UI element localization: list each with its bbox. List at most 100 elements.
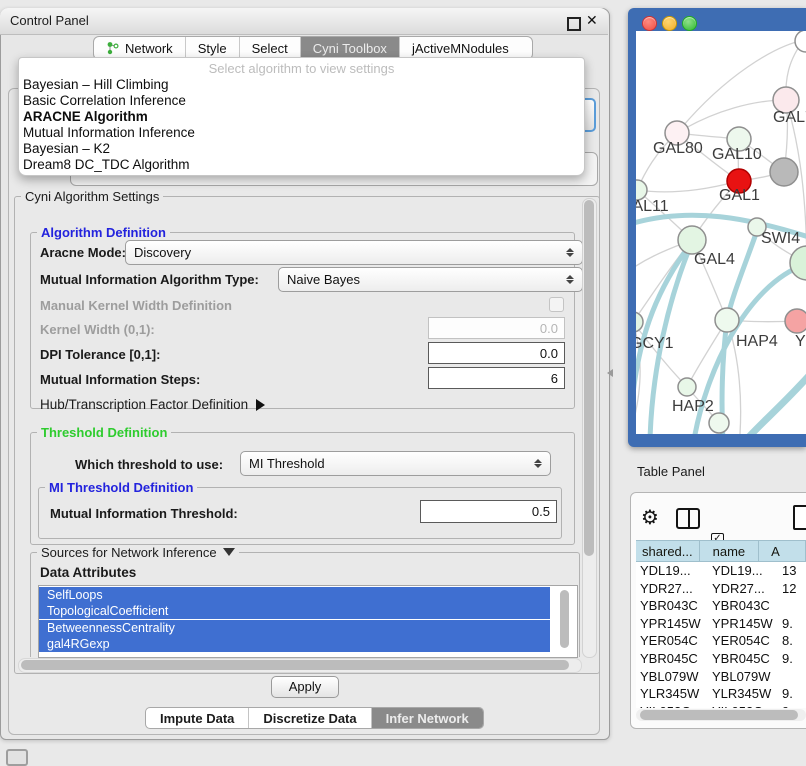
dropdown-item[interactable]: Dream8 DC_TDC Algorithm — [19, 157, 584, 173]
mi-threshold-definition-title: MI Threshold Definition — [45, 480, 197, 495]
node-gal4[interactable] — [678, 226, 706, 254]
cell-shared-name: YER054C — [636, 632, 708, 650]
aracne-mode-value: Discovery — [134, 245, 565, 260]
gear-icon[interactable]: ⚙ — [641, 505, 659, 530]
node-unlabeled[interactable] — [790, 246, 806, 280]
threshold-definition-title: Threshold Definition — [37, 425, 171, 440]
aracne-mode-label: Aracne Mode: — [40, 245, 126, 260]
kernel-width-field[interactable] — [428, 317, 565, 339]
cyni-bottom-tabbar: Impute Data Discretize Data Infer Networ… — [145, 707, 484, 729]
panel-splitter-arrow[interactable] — [607, 369, 613, 377]
cell-shared-name: YIL052C — [636, 703, 708, 708]
sources-group-title[interactable]: Sources for Network Inference — [37, 545, 239, 560]
algorithm-definition-title: Algorithm Definition — [37, 225, 170, 240]
settings-vscrollbar-thumb[interactable] — [584, 200, 594, 556]
dropdown-item[interactable]: Basic Correlation Inference — [19, 93, 584, 109]
node-gcy1[interactable] — [636, 312, 643, 332]
cell-value: 9. — [778, 615, 806, 633]
tab-select[interactable]: Select — [239, 37, 300, 59]
which-threshold-combo[interactable]: MI Threshold — [240, 451, 551, 476]
settings-hscrollbar-thumb[interactable] — [21, 660, 569, 670]
dpi-tolerance-field[interactable] — [428, 342, 565, 364]
mi-steps-field[interactable] — [428, 367, 565, 389]
dropdown-item[interactable]: Mutual Information Inference — [19, 125, 584, 141]
cell-shared-name: YDR27... — [636, 580, 708, 598]
node-label: GCY1 — [636, 335, 674, 352]
cell-name: YBR043C — [708, 597, 778, 615]
apply-button[interactable]: Apply — [271, 676, 339, 698]
cell-shared-name: YBL079W — [636, 668, 708, 686]
cell-name: YDL19... — [708, 562, 778, 580]
combo-spinner-icon — [533, 459, 542, 468]
cyni-algorithm-settings-title: Cyni Algorithm Settings — [21, 189, 163, 204]
table-row[interactable]: YIL052C YIL052C 9 — [636, 703, 806, 708]
mi-algorithm-type-label: Mutual Information Algorithm Type: — [40, 272, 259, 287]
window-title: Control Panel — [10, 13, 89, 28]
dropdown-item[interactable]: Bayesian – Hill Climbing — [19, 77, 584, 93]
kernel-width-label: Kernel Width (0,1): — [40, 322, 155, 337]
table-row[interactable]: YBL079W YBL079W — [636, 668, 806, 686]
list-item-selected[interactable]: gal4RGexp — [39, 636, 550, 652]
node-label: HAP4 — [736, 333, 778, 350]
network-canvas[interactable]: GAL7 GAL80 GAL10 GAL1 GAL11 SWI4 GAL4 GC… — [636, 31, 806, 434]
dropdown-item[interactable]: Bayesian – K2 — [19, 141, 584, 157]
network-graph: GAL7 GAL80 GAL10 GAL1 GAL11 SWI4 GAL4 GC… — [636, 31, 806, 434]
table-row[interactable]: YDL19... YDL19... 13 — [636, 562, 806, 580]
tab-style[interactable]: Style — [185, 37, 239, 59]
node-hap4[interactable] — [715, 308, 739, 332]
cell-shared-name: YBR043C — [636, 597, 708, 615]
table-hscrollbar-thumb[interactable] — [640, 710, 798, 720]
tab-cyni-toolbox[interactable]: Cyni Toolbox — [300, 37, 399, 59]
cell-name: YBL079W — [708, 668, 778, 686]
list-item-selected[interactable]: TopologicalCoefficient — [39, 603, 550, 619]
table-row[interactable]: YLR345W YLR345W 9. — [636, 685, 806, 703]
minimized-panel-icon[interactable] — [6, 749, 28, 766]
node-gray[interactable] — [770, 158, 798, 186]
node-hap2[interactable] — [678, 378, 696, 396]
document-icon[interactable] — [793, 505, 806, 530]
cell-shared-name: YPR145W — [636, 615, 708, 633]
float-window-icon[interactable] — [567, 17, 581, 31]
node-label: Y — [795, 333, 806, 350]
table-row[interactable]: YBR045C YBR045C 9. — [636, 650, 806, 668]
mi-algorithm-type-value: Naive Bayes — [287, 272, 565, 287]
tab-impute-data[interactable]: Impute Data — [146, 708, 248, 728]
cell-value: 9 — [778, 703, 806, 708]
node-label: GAL11 — [636, 198, 669, 215]
hub-factor-section-toggle[interactable]: Hub/Transcription Factor Definition — [40, 397, 265, 412]
mi-algorithm-type-combo[interactable]: Naive Bayes — [278, 267, 583, 292]
close-icon[interactable]: ✕ — [586, 12, 598, 29]
cell-name: YIL052C — [708, 703, 778, 708]
list-scrollbar-thumb[interactable] — [560, 590, 569, 648]
list-item-selected[interactable]: BetweennessCentrality — [39, 620, 550, 636]
node-unlabeled[interactable] — [795, 31, 806, 52]
tab-jactivemnodules[interactable]: jActiveMNodules — [399, 37, 521, 59]
columns-icon[interactable] — [676, 508, 700, 529]
column-header-a[interactable]: A — [759, 540, 806, 562]
tab-network-label: Network — [125, 41, 173, 56]
column-header-name[interactable]: name — [700, 540, 759, 562]
window-close-traffic-icon[interactable] — [642, 16, 657, 31]
tab-network[interactable]: Network — [94, 37, 185, 59]
list-item-selected[interactable]: SelfLoops — [39, 587, 550, 603]
node-salmon[interactable] — [785, 309, 806, 333]
mi-threshold-field[interactable] — [420, 500, 557, 523]
table-row[interactable]: YER054C YER054C 8. — [636, 632, 806, 650]
dropdown-item-selected[interactable]: ARACNE Algorithm — [19, 109, 584, 125]
aracne-mode-combo[interactable]: Discovery — [125, 240, 583, 265]
sources-title-text: Sources for Network Inference — [41, 545, 217, 560]
table-row[interactable]: YBR043C YBR043C — [636, 597, 806, 615]
window-zoom-traffic-icon[interactable] — [682, 16, 697, 31]
manual-kernel-width-checkbox[interactable] — [549, 297, 564, 312]
cell-name: YDR27... — [708, 580, 778, 598]
tab-discretize-data[interactable]: Discretize Data — [248, 708, 370, 728]
hub-factor-section-label: Hub/Transcription Factor Definition — [40, 397, 248, 412]
column-header-shared-name[interactable]: shared... — [636, 540, 700, 562]
cell-shared-name: YDL19... — [636, 562, 708, 580]
window-minimize-traffic-icon[interactable] — [662, 16, 677, 31]
table-row[interactable]: YPR145W YPR145W 9. — [636, 615, 806, 633]
node-unlabeled[interactable] — [709, 413, 729, 433]
node-label: SWI4 — [761, 230, 800, 247]
tab-infer-network[interactable]: Infer Network — [371, 708, 483, 728]
table-row[interactable]: YDR27... YDR27... 12 — [636, 580, 806, 598]
